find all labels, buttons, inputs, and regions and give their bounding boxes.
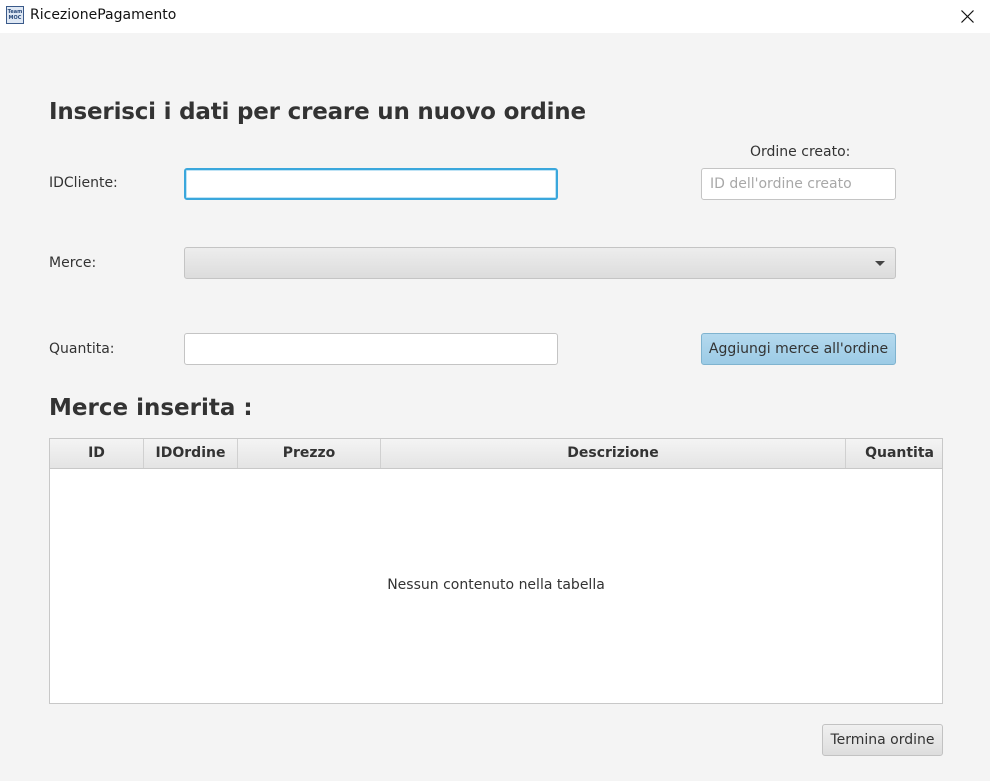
merce-table[interactable]: ID IDOrdine Prezzo Descrizione Quantita …: [49, 438, 943, 704]
app-logo-text-2: MOC: [8, 15, 22, 21]
column-header-descrizione[interactable]: Descrizione: [381, 439, 846, 468]
column-header-quantita[interactable]: Quantita: [846, 439, 942, 468]
quantita-label: Quantita:: [49, 341, 115, 357]
app-logo-icon: Team MOC: [6, 6, 24, 24]
close-button[interactable]: [944, 0, 990, 33]
column-header-idordine[interactable]: IDOrdine: [144, 439, 238, 468]
merce-inserita-heading: Merce inserita :: [49, 395, 253, 421]
close-icon: [961, 10, 974, 23]
window-title: RicezionePagamento: [30, 7, 177, 23]
add-merce-button[interactable]: Aggiungi merce all'ordine: [701, 333, 896, 365]
ordine-creato-field[interactable]: [701, 168, 896, 200]
merce-label: Merce:: [49, 255, 97, 271]
form-heading: Inserisci i dati per creare un nuovo ord…: [49, 99, 586, 125]
idcliente-input[interactable]: [184, 168, 558, 200]
table-header: ID IDOrdine Prezzo Descrizione Quantita: [50, 439, 942, 469]
chevron-down-icon: [875, 261, 885, 266]
column-header-id[interactable]: ID: [50, 439, 144, 468]
app-window: Team MOC RicezionePagamento Inserisci i …: [0, 0, 990, 781]
idcliente-label: IDCliente:: [49, 175, 118, 191]
title-bar: Team MOC RicezionePagamento: [0, 0, 990, 33]
quantita-input[interactable]: [184, 333, 558, 365]
ordine-creato-label: Ordine creato:: [750, 144, 851, 160]
table-empty-placeholder: Nessun contenuto nella tabella: [387, 577, 605, 593]
column-header-prezzo[interactable]: Prezzo: [238, 439, 381, 468]
merce-combobox[interactable]: [184, 247, 896, 279]
termina-ordine-button[interactable]: Termina ordine: [822, 724, 943, 756]
